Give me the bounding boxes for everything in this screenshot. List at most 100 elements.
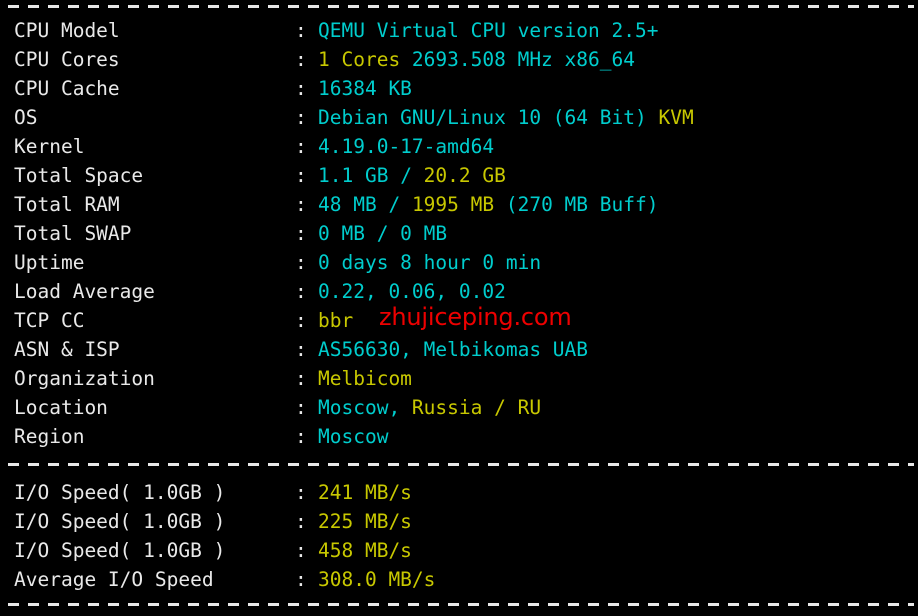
info-row-colon: : [295,425,307,448]
info-row-colon: : [295,338,307,361]
info-row-value: QEMU Virtual CPU version 2.5+ [318,16,658,45]
info-row: Total RAM:48 MB / 1995 MB (270 MB Buff) [0,190,918,219]
info-row-value-segment: Moscow [318,425,389,448]
info-row-value-segment: / [400,164,424,187]
info-row-colon: : [295,193,307,216]
info-row-colon: : [295,539,307,562]
info-row-value: Moscow [318,422,388,451]
info-row-label: Region [14,425,85,448]
info-row-colon: : [295,251,307,274]
info-row-value-segment: 20.2 GB [423,164,506,187]
info-row: OS: Debian GNU/Linux 10 (64 Bit) KVM [0,103,918,132]
info-row: Total Space:1.1 GB / 20.2 GB [0,161,918,190]
info-row-value: bbr [318,306,353,335]
info-row-value-segment: QEMU Virtual CPU version 2.5+ [318,19,659,42]
info-row-colon: : [295,106,307,129]
info-row-value-segment: 458 MB/s [318,539,412,562]
info-row-value: 1.1 GB / 20.2 GB [318,161,506,190]
info-row-label: Location [14,396,108,419]
info-row-label: I/O Speed( 1.0GB ) [14,539,226,562]
info-row-label: TCP CC [14,309,85,332]
info-row-value-segment: Russia / RU [411,396,542,419]
info-row-value: 0 MB / 0 MB [318,219,447,248]
site-watermark: zhujiceping.com [379,303,572,331]
info-row-value: Melbicom [318,364,412,393]
info-row-value-segment: KVM [658,106,694,129]
info-row-value: AS56630, Melbikomas UAB [318,335,588,364]
info-row-colon: : [295,222,307,245]
info-row-label: Uptime [14,251,85,274]
info-row-colon: : [295,367,307,390]
info-row-label: Average I/O Speed [14,568,214,591]
info-row: Average I/O Speed:308.0 MB/s [0,565,918,594]
info-row-colon: : [295,164,307,187]
info-row-value-segment: 1 Cores [318,48,412,71]
info-row-value-segment: 241 MB/s [318,481,412,504]
info-row-label: Total Space [14,164,144,187]
info-row-value: 48 MB / 1995 MB (270 MB Buff) [318,190,658,219]
info-row-colon: : [295,510,307,533]
info-row-value-segment: 308.0 MB/s [318,568,436,591]
info-row-label: CPU Cores [14,48,120,71]
info-row-value: 308.0 MB/s [318,565,435,594]
info-row-value-segment: Melbicom [318,367,412,390]
info-row-value-segment: 48 MB [318,193,389,216]
info-row-value-segment: 1.1 GB [318,164,401,187]
info-row-value-segment: 0 days 8 hour 0 min [318,251,542,274]
info-row-value-segment: 225 MB/s [318,510,412,533]
info-row-colon: : [295,48,307,71]
info-row-colon: : [295,135,307,158]
info-row-value-segment: (270 MB Buff) [505,193,659,216]
info-row-label: Total RAM [14,193,120,216]
info-row-value-segment: 16384 KB [318,77,412,100]
info-row: CPU Model: QEMU Virtual CPU version 2.5+ [0,16,918,45]
info-row-label: ASN & ISP [14,338,120,361]
info-row-label: I/O Speed( 1.0GB ) [14,510,226,533]
info-row-value: 225 MB/s [318,507,412,536]
info-row: Load Average:0.22, 0.06, 0.02 [0,277,918,306]
info-row: I/O Speed( 1.0GB ):458 MB/s [0,536,918,565]
info-row-label: Organization [14,367,155,390]
info-row-value: 16384 KB [318,74,412,103]
info-row: CPU Cache:16384 KB [0,74,918,103]
info-row-value-segment: 2693.508 MHz x86_64 [411,48,635,71]
info-row-value: 0.22, 0.06, 0.02 [318,277,506,306]
info-row-colon: : [295,309,307,332]
info-row-label: Load Average [14,280,155,303]
info-row-value-segment: AS56630, Melbikomas UAB [318,338,589,361]
info-row: CPU Cores:1 Cores 2693.508 MHz x86_64 [0,45,918,74]
info-row-value-segment: 4.19.0-17-amd64 [318,135,495,158]
info-row-colon: : [295,77,307,100]
info-row-value: 4.19.0-17-amd64 [318,132,494,161]
info-row: I/O Speed( 1.0GB ):225 MB/s [0,507,918,536]
info-row: Location: Moscow, Russia / RU [0,393,918,422]
info-row-value-segment: 0.22, 0.06, 0.02 [318,280,506,303]
info-row-value: 241 MB/s [318,478,412,507]
terminal-output-panel: CPU Model: QEMU Virtual CPU version 2.5+ C… [0,0,918,616]
info-row: Total SWAP:0 MB / 0 MB [0,219,918,248]
info-row-colon: : [295,568,307,591]
info-row-value-segment: / [388,193,412,216]
info-row: I/O Speed( 1.0GB ):241 MB/s [0,478,918,507]
separator-line-bottom [8,603,914,606]
info-row-value-segment: bbr [318,309,354,332]
info-row-value-segment: 0 MB / 0 MB [318,222,448,245]
info-row: Uptime:0 days 8 hour 0 min [0,248,918,277]
info-row-value: Moscow, Russia / RU [318,393,541,422]
info-row-value: 0 days 8 hour 0 min [318,248,541,277]
info-row-label: CPU Cache [14,77,120,100]
info-row-value: 458 MB/s [318,536,412,565]
info-row-label: I/O Speed( 1.0GB ) [14,481,226,504]
separator-line-top [8,5,914,8]
info-row: Region: Moscow [0,422,918,451]
info-row: Kernel:4.19.0-17-amd64 [0,132,918,161]
info-row-colon: : [295,396,307,419]
info-row-label: OS [14,106,38,129]
info-row-label: Kernel [14,135,85,158]
info-row: ASN & ISP: AS56630, Melbikomas UAB [0,335,918,364]
info-row-value-segment: Debian GNU/Linux 10 (64 Bit) [318,106,659,129]
info-row-value-segment: Moscow, [318,396,412,419]
info-row-value: Debian GNU/Linux 10 (64 Bit) KVM [318,103,694,132]
info-row: Organization: Melbicom [0,364,918,393]
info-row-colon: : [295,19,307,42]
